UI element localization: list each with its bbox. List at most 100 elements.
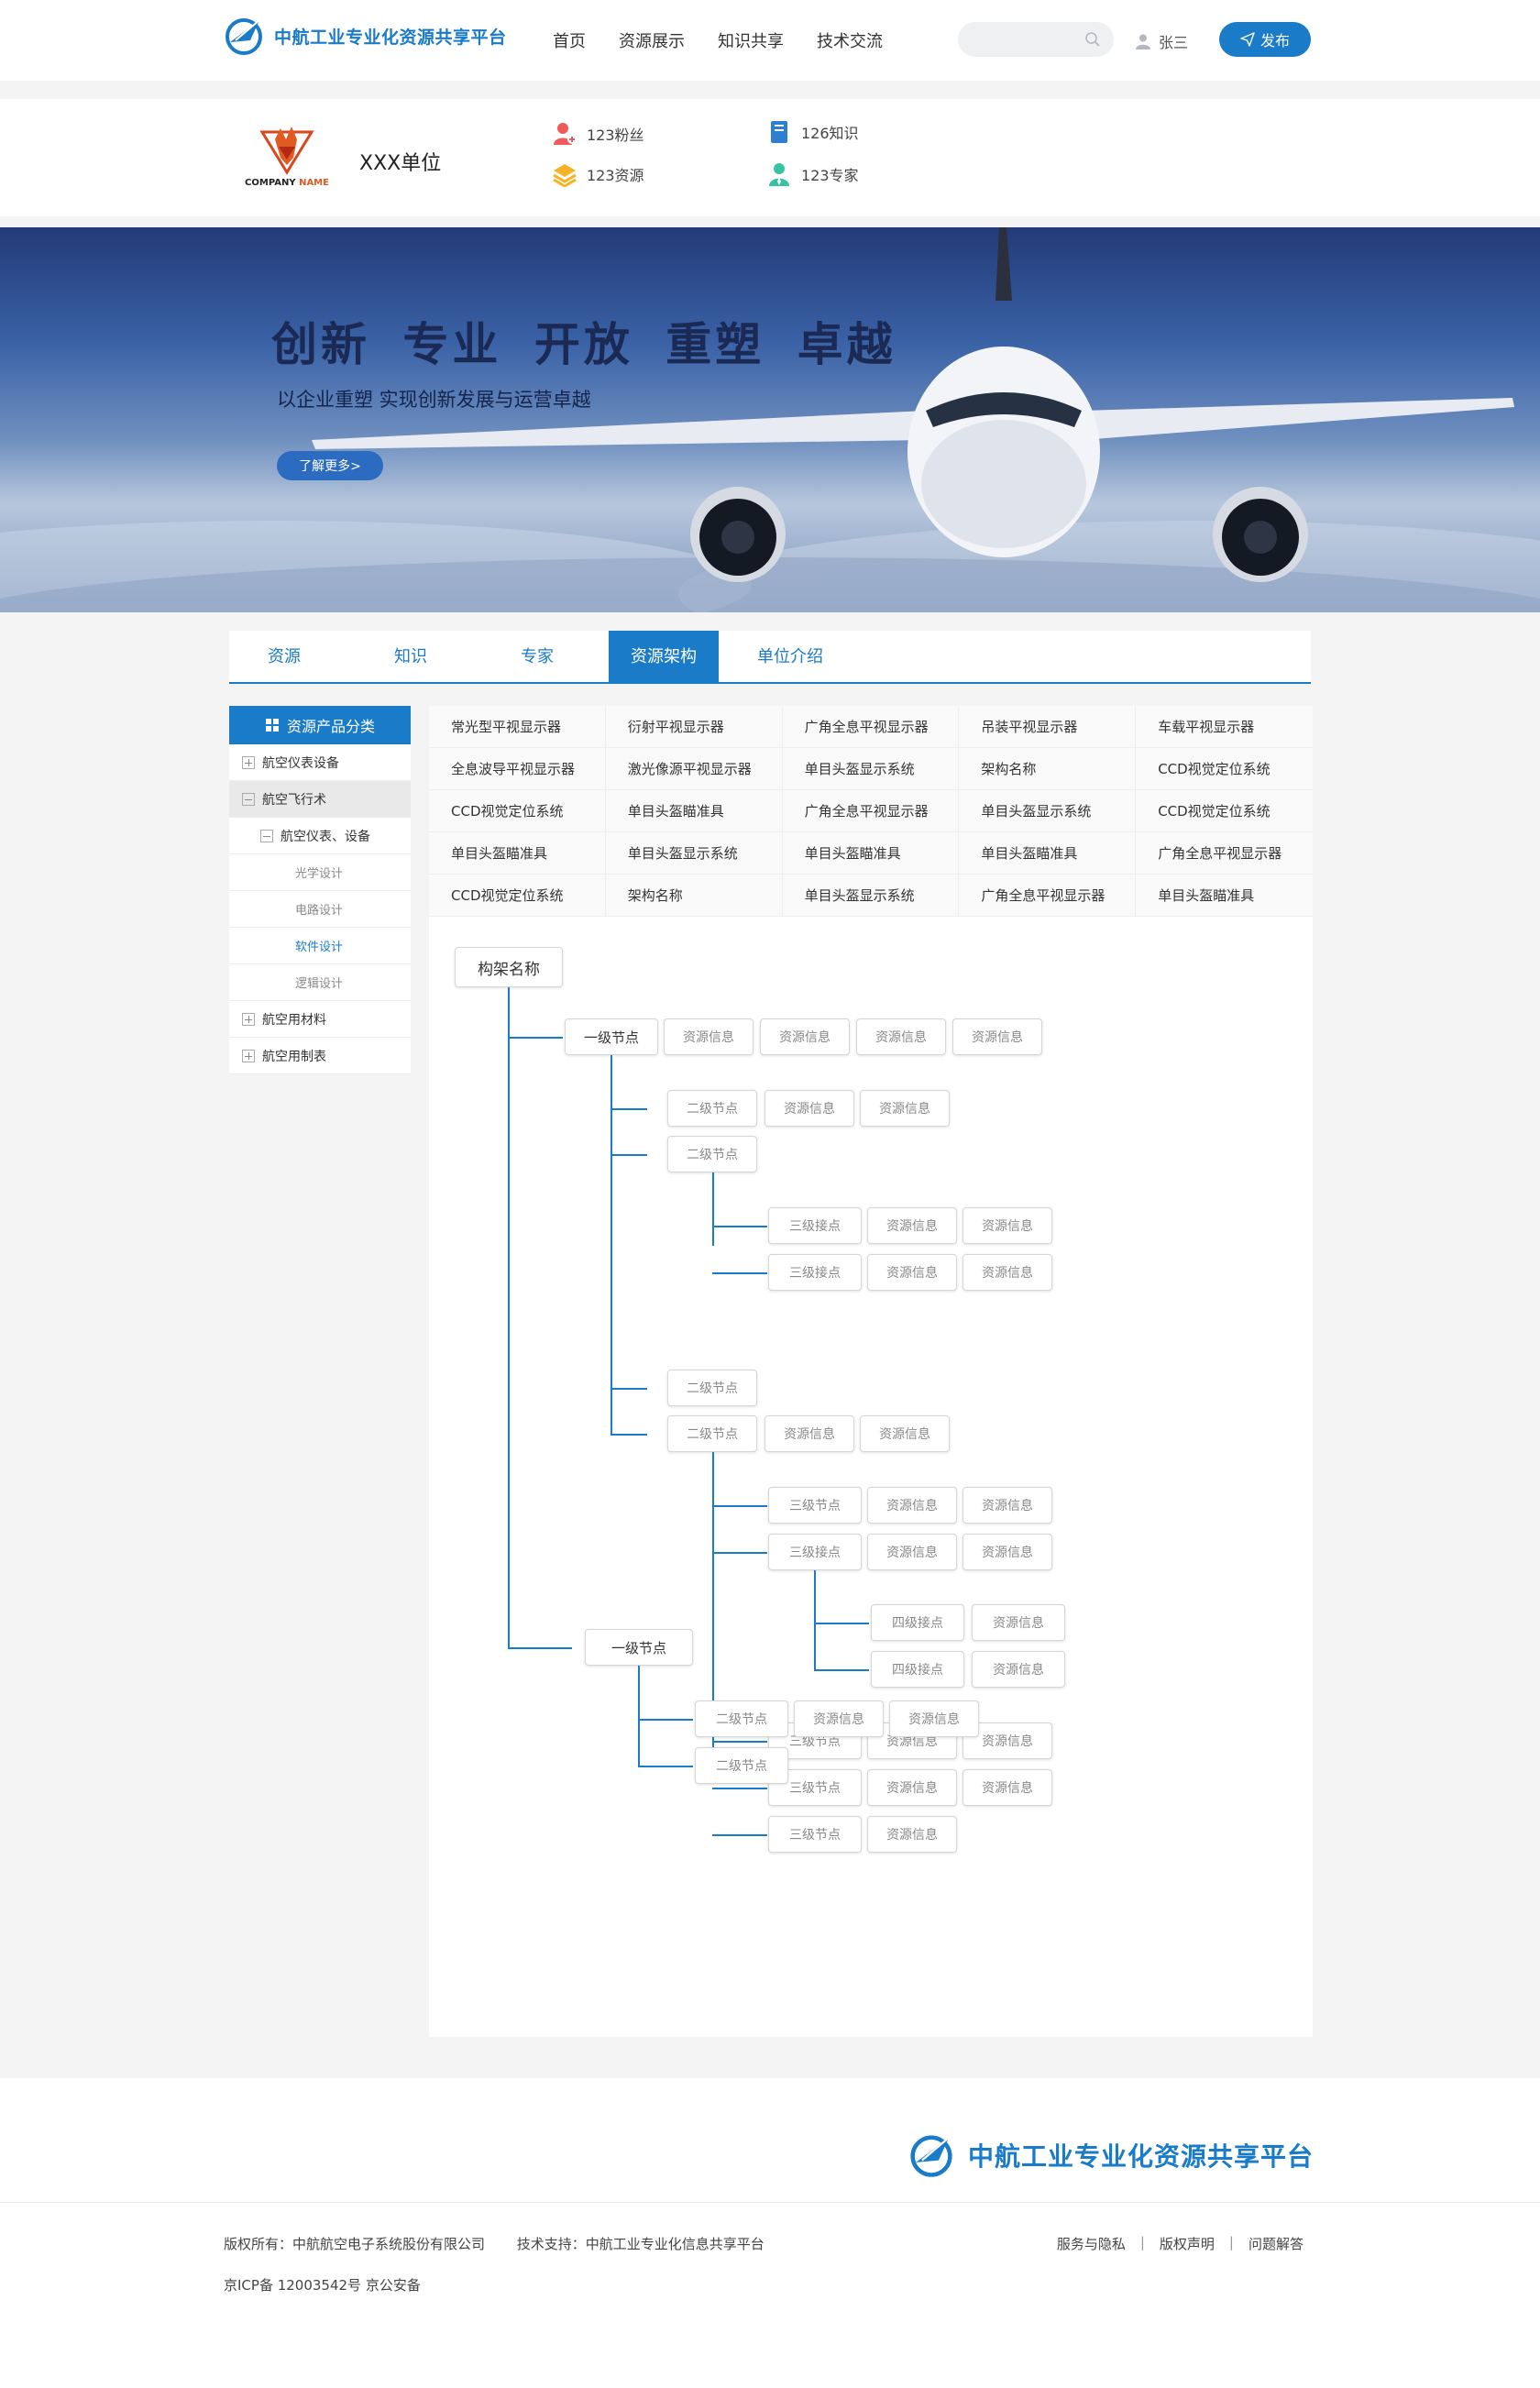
footer-link-faq[interactable]: 问题解答 bbox=[1248, 2234, 1304, 2253]
level2-node[interactable]: 二级节点 bbox=[695, 1747, 788, 1784]
tab-knowledge[interactable]: 知识 bbox=[356, 631, 466, 682]
resource-info-node[interactable]: 资源信息 bbox=[764, 1415, 854, 1452]
stat-fans[interactable]: 123粉丝 bbox=[552, 121, 644, 147]
resource-info-node[interactable]: 资源信息 bbox=[962, 1254, 1052, 1291]
stat-experts-label: 123专家 bbox=[801, 167, 859, 184]
sidebar-item-label: 航空用材料 bbox=[262, 1012, 326, 1028]
resource-info-node[interactable]: 资源信息 bbox=[794, 1700, 884, 1737]
user-icon bbox=[1136, 34, 1150, 50]
level1-node[interactable]: 一级节点 bbox=[565, 1018, 658, 1055]
nav-home[interactable]: 首页 bbox=[553, 28, 586, 52]
level3-node[interactable]: 三级接点 bbox=[768, 1254, 862, 1291]
learn-more-button[interactable]: 了解更多> bbox=[277, 451, 383, 480]
resource-info-node[interactable]: 资源信息 bbox=[867, 1254, 957, 1291]
resource-info-node[interactable]: 资源信息 bbox=[867, 1816, 957, 1853]
resource-info-node[interactable]: 资源信息 bbox=[889, 1700, 979, 1737]
sidebar-item-label: 航空用制表 bbox=[262, 1049, 326, 1064]
tree-connector bbox=[712, 1834, 767, 1836]
sidebar-leaf-logic[interactable]: 逻辑设计 bbox=[229, 964, 411, 1001]
stat-knowledge[interactable]: 126知识 bbox=[766, 119, 859, 145]
resource-info-node[interactable]: 资源信息 bbox=[867, 1534, 957, 1570]
tab-architecture[interactable]: 资源架构 bbox=[609, 631, 719, 682]
sidebar-item-materials[interactable]: 航空用材料 bbox=[229, 1001, 411, 1038]
resource-info-node[interactable]: 资源信息 bbox=[664, 1018, 754, 1055]
copyright-text: 版权所有：中航航空电子系统股份有限公司 bbox=[224, 2236, 486, 2252]
sidebar-leaf-circuit[interactable]: 电路设计 bbox=[229, 891, 411, 928]
footer-link-copyright[interactable]: 版权声明 bbox=[1160, 2234, 1215, 2253]
search-icon[interactable] bbox=[1084, 31, 1101, 48]
nav-tech[interactable]: 技术交流 bbox=[817, 28, 883, 52]
tree-root-node[interactable]: 构架名称 bbox=[455, 947, 563, 987]
level4-node[interactable]: 四级接点 bbox=[871, 1604, 964, 1641]
tab-resources[interactable]: 资源 bbox=[229, 631, 339, 682]
tree-connector bbox=[638, 1766, 693, 1767]
tree-connector bbox=[712, 1741, 767, 1743]
nav-knowledge[interactable]: 知识共享 bbox=[718, 28, 784, 52]
resource-info-node[interactable]: 资源信息 bbox=[856, 1018, 946, 1055]
level3-node[interactable]: 三级节点 bbox=[768, 1816, 862, 1853]
tree-connector bbox=[814, 1669, 869, 1671]
level2-node[interactable]: 二级节点 bbox=[667, 1370, 757, 1406]
expand-icon bbox=[242, 755, 255, 769]
tree-connector bbox=[638, 1666, 640, 1766]
collapse-icon bbox=[242, 792, 255, 806]
expand-icon bbox=[242, 1012, 255, 1026]
sidebar-item-tables[interactable]: 航空用制表 bbox=[229, 1038, 411, 1074]
tree-connector bbox=[610, 1434, 647, 1436]
level2-node[interactable]: 二级节点 bbox=[667, 1136, 757, 1172]
resource-info-node[interactable]: 资源信息 bbox=[972, 1651, 1065, 1688]
tree-connector bbox=[638, 1719, 693, 1721]
resource-info-node[interactable]: 资源信息 bbox=[962, 1534, 1052, 1570]
architecture-tree: 构架名称 一级节点 资源信息 资源信息 资源信息 资源信息 二级节点 资源信息 资源信息 二级节点… bbox=[429, 706, 1313, 2037]
resource-info-node[interactable]: 资源信息 bbox=[867, 1207, 957, 1244]
footer-logo-text: 中航工业专业化资源共享平台 bbox=[968, 2141, 1314, 2172]
nav-resources[interactable]: 资源展示 bbox=[619, 28, 685, 52]
layers-icon bbox=[553, 164, 577, 187]
resource-info-node[interactable]: 资源信息 bbox=[962, 1487, 1052, 1524]
level4-node[interactable]: 四级接点 bbox=[871, 1651, 964, 1688]
sidebar-leaf-software[interactable]: 软件设计 bbox=[229, 928, 411, 964]
support-text: 技术支持：中航工业专业化信息共享平台 bbox=[516, 2236, 764, 2252]
resource-info-node[interactable]: 资源信息 bbox=[760, 1018, 850, 1055]
site-footer: 中航工业专业化资源共享平台 版权所有：中航航空电子系统股份有限公司 技术支持：中… bbox=[0, 2078, 1540, 2388]
level3-node[interactable]: 三级接点 bbox=[768, 1534, 862, 1570]
resource-info-node[interactable]: 资源信息 bbox=[867, 1487, 957, 1524]
resource-info-node[interactable]: 资源信息 bbox=[860, 1415, 950, 1452]
footer-logo: 中航工业专业化资源共享平台 bbox=[908, 2131, 1314, 2179]
avic-logo-icon bbox=[910, 2135, 952, 2177]
level2-node[interactable]: 二级节点 bbox=[667, 1415, 757, 1452]
search-input[interactable] bbox=[958, 22, 1077, 57]
resource-info-node[interactable]: 资源信息 bbox=[867, 1769, 957, 1806]
level2-node[interactable]: 二级节点 bbox=[667, 1090, 757, 1127]
company-logo: COMPANY NAME bbox=[245, 127, 329, 188]
sidebar-item-equipment[interactable]: 航空仪表、设备 bbox=[229, 818, 411, 854]
level3-node[interactable]: 三级节点 bbox=[768, 1487, 862, 1524]
level3-node[interactable]: 三级接点 bbox=[768, 1207, 862, 1244]
tree-connector bbox=[508, 1647, 572, 1649]
resource-info-node[interactable]: 资源信息 bbox=[962, 1207, 1052, 1244]
resource-info-node[interactable]: 资源信息 bbox=[860, 1090, 950, 1127]
sidebar-leaf-optical[interactable]: 光学设计 bbox=[229, 854, 411, 891]
tab-unit-intro[interactable]: 单位介绍 bbox=[735, 631, 845, 682]
sidebar-item-instruments[interactable]: 航空仪表设备 bbox=[229, 744, 411, 781]
tree-connector bbox=[712, 1788, 767, 1789]
resource-info-node[interactable]: 资源信息 bbox=[962, 1769, 1052, 1806]
level1-node[interactable]: 一级节点 bbox=[585, 1629, 693, 1666]
content-tabs: 资源 知识 专家 资源架构 单位介绍 bbox=[229, 631, 1311, 684]
resource-info-node[interactable]: 资源信息 bbox=[972, 1604, 1065, 1641]
stat-resources[interactable]: 123资源 bbox=[552, 161, 644, 187]
site-logo[interactable]: 中航工业专业化资源共享平台 bbox=[223, 15, 507, 57]
user-menu[interactable]: 张三 bbox=[1135, 30, 1188, 52]
footer-copyright: 版权所有：中航航空电子系统股份有限公司 技术支持：中航工业专业化信息共享平台 bbox=[224, 2234, 792, 2253]
airplane-illustration bbox=[0, 227, 1540, 612]
level2-node[interactable]: 二级节点 bbox=[695, 1700, 788, 1737]
resource-info-node[interactable]: 资源信息 bbox=[952, 1018, 1042, 1055]
tab-experts[interactable]: 专家 bbox=[482, 631, 592, 682]
stat-experts[interactable]: 123专家 bbox=[766, 161, 859, 187]
publish-label: 发布 bbox=[1260, 32, 1290, 50]
resource-info-node[interactable]: 资源信息 bbox=[764, 1090, 854, 1127]
sidebar-item-flight[interactable]: 航空飞行术 bbox=[229, 781, 411, 818]
publish-button[interactable]: 发布 bbox=[1219, 22, 1311, 57]
footer-link-privacy[interactable]: 服务与隐私 bbox=[1057, 2234, 1126, 2253]
sidebar-title: 资源产品分类 bbox=[286, 718, 375, 735]
